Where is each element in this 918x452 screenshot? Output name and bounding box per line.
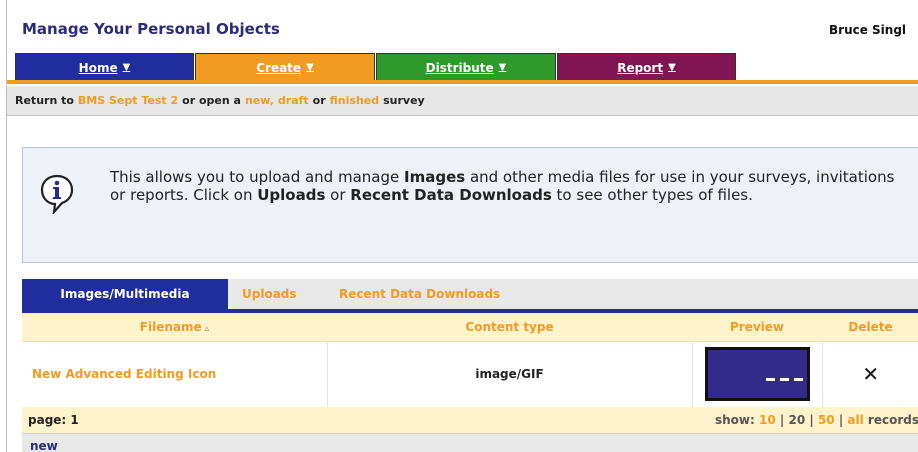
tab-home-label: Home <box>78 60 118 75</box>
show-records: show: 10 | 20 | 50 | all records <box>715 413 918 427</box>
records-label: records <box>867 413 918 427</box>
return-prefix: Return to <box>15 94 74 107</box>
pager-separator: | <box>779 413 785 427</box>
finished-survey-link[interactable]: finished <box>330 94 379 107</box>
info-recent: Recent Data Downloads <box>350 186 552 204</box>
tab-distribute[interactable]: Distribute ▼ <box>376 53 556 81</box>
table-header-row: Filename ▵ Content type Preview Delete <box>22 313 918 342</box>
new-survey-link[interactable]: new, <box>245 94 274 107</box>
draft-survey-link[interactable]: draft <box>278 94 309 107</box>
content-type-header[interactable]: Content type <box>327 313 692 342</box>
chevron-down-icon: ▼ <box>498 62 507 73</box>
info-text-1: This allows you to upload and manage <box>110 168 404 186</box>
pager-separator: | <box>809 413 814 427</box>
tab-home[interactable]: Home ▼ <box>15 53 194 81</box>
tab-create[interactable]: Create ▼ <box>195 53 375 81</box>
page-title: Manage Your Personal Objects <box>22 20 280 38</box>
info-images: Images <box>404 168 466 186</box>
or-open-text: or open a <box>182 94 241 107</box>
show-10-link[interactable]: 10 <box>759 413 776 427</box>
info-text-3: or <box>325 186 351 204</box>
preview-cell <box>692 341 823 407</box>
delete-header: Delete <box>822 313 918 342</box>
page-indicator: page: 1 <box>28 413 79 427</box>
tab-create-label: Create <box>256 60 302 75</box>
info-box: This allows you to upload and manage Ima… <box>22 147 918 263</box>
preview-header: Preview <box>692 313 822 342</box>
chevron-down-icon: ▼ <box>668 62 676 73</box>
new-bar: new <box>22 433 918 452</box>
filename-link[interactable]: New Advanced Editing Icon <box>22 341 328 407</box>
table-row: New Advanced Editing Icon image/GIF ✕ <box>22 341 918 407</box>
content-type-cell: image/GIF <box>327 341 693 407</box>
preview-thumbnail[interactable] <box>704 347 810 402</box>
files-table: Filename ▵ Content type Preview Delete Ne… <box>22 313 918 407</box>
info-text: This allows you to upload and manage Ima… <box>110 168 910 204</box>
tab-distribute-label: Distribute <box>425 60 494 75</box>
main-nav-tabs: Home ▼ Create ▼ Distribute ▼ Report ▼ <box>7 53 918 84</box>
show-50-link[interactable]: 50 <box>818 413 835 427</box>
filename-header[interactable]: Filename ▵ <box>22 313 327 342</box>
or-text: or <box>312 94 326 107</box>
delete-cell: ✕ <box>822 341 918 407</box>
tab-images-multimedia[interactable]: Images/Multimedia <box>22 279 228 309</box>
delete-icon[interactable]: ✕ <box>862 362 879 386</box>
show-label: show: <box>714 413 755 427</box>
header: Manage Your Personal Objects Bruce Singl <box>7 0 918 46</box>
return-bar: Return to BMS Sept Test 2 or open a new,… <box>7 86 918 116</box>
file-type-tabs: Images/Multimedia Uploads Recent Data Do… <box>22 279 918 313</box>
user-name[interactable]: Bruce Singl <box>829 23 906 37</box>
info-text-4: to see other types of files. <box>551 186 753 204</box>
show-20-current: 20 <box>788 413 806 427</box>
filename-header-label: Filename <box>139 319 202 334</box>
return-survey-link[interactable]: BMS Sept Test 2 <box>78 94 178 107</box>
sort-ascending-icon: ▵ <box>204 323 210 334</box>
app-frame: Manage Your Personal Objects Bruce Singl… <box>6 0 918 452</box>
survey-suffix: survey <box>383 94 425 107</box>
tab-report[interactable]: Report ▼ <box>557 53 736 81</box>
tab-report-label: Report <box>617 60 664 75</box>
tab-recent-data-downloads[interactable]: Recent Data Downloads <box>339 279 500 309</box>
show-all-link[interactable]: all <box>847 413 863 427</box>
info-icon <box>40 174 74 214</box>
pager-bar: page: 1 show: 10 | 20 | 50 | all records <box>22 407 918 433</box>
new-file-link[interactable]: new <box>30 439 58 452</box>
dashes-graphic <box>765 378 804 382</box>
info-uploads: Uploads <box>257 186 326 204</box>
pager-separator: | <box>838 413 844 427</box>
tab-uploads[interactable]: Uploads <box>242 279 297 309</box>
chevron-down-icon: ▼ <box>306 62 314 73</box>
chevron-down-icon: ▼ <box>122 62 131 73</box>
